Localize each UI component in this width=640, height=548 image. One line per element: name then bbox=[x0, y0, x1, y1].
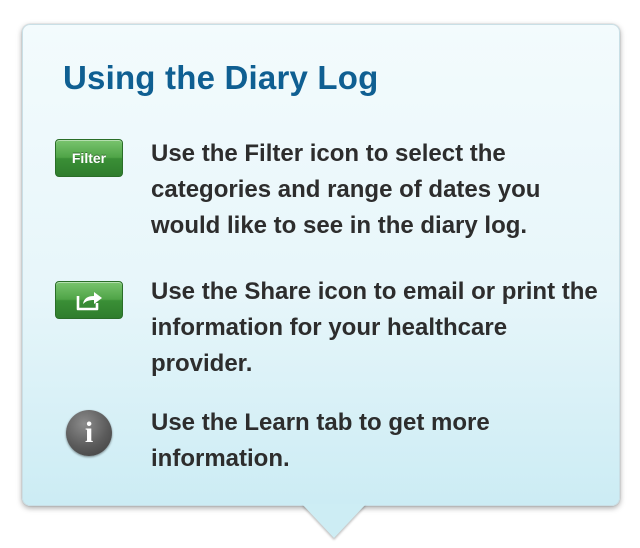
share-arrow-icon bbox=[76, 292, 102, 311]
filter-button-label: Filter bbox=[71, 150, 107, 166]
info-icon-glyph: i bbox=[84, 416, 94, 449]
learn-help-text: Use the Learn tab to get more informatio… bbox=[151, 409, 490, 472]
share-icon bbox=[55, 281, 123, 319]
info-icon: i bbox=[66, 410, 112, 456]
filter-help-text: Use the Filter icon to select the catego… bbox=[151, 140, 541, 239]
filter-button-icon: Filter bbox=[55, 139, 123, 177]
share-help-text: Use the Share icon to email or print the… bbox=[151, 278, 598, 377]
help-popover: Using the Diary Log Filter Use the Filte… bbox=[22, 24, 620, 506]
popover-title: Using the Diary Log bbox=[63, 59, 379, 96]
popover-pointer bbox=[302, 504, 366, 538]
